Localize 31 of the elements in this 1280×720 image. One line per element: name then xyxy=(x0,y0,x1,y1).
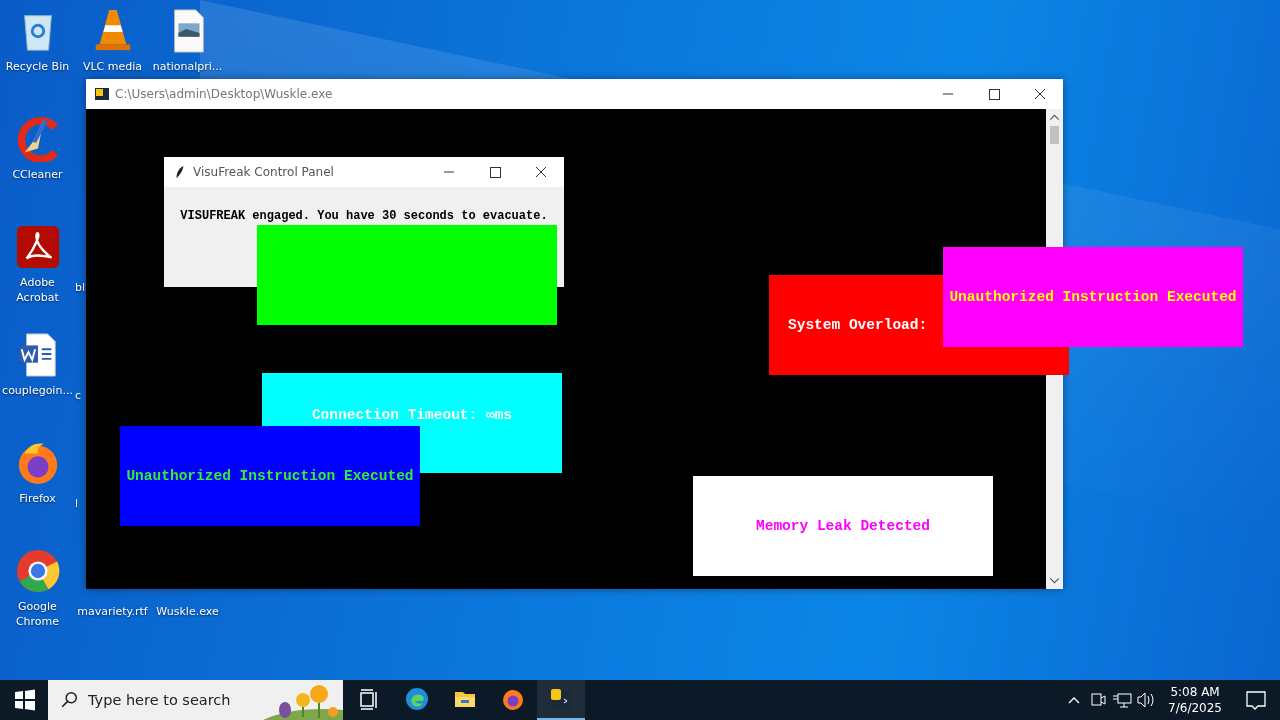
clock-date[interactable]: 7/6/2025 xyxy=(1168,700,1222,716)
desktop-icon-label[interactable]: c xyxy=(75,388,82,403)
desktop-icon-label[interactable]: bl xyxy=(75,280,86,295)
firefox-icon xyxy=(501,687,525,711)
edge-icon xyxy=(405,687,429,711)
popup-message: Unauthorized Instruction Executed xyxy=(949,289,1237,305)
desktop-icon-label[interactable]: Wuskle.exe xyxy=(156,604,219,619)
desktop-icon-label[interactable]: Adobe Acrobat xyxy=(1,275,74,305)
popup-message: Connection Timeout: ∞ms xyxy=(311,407,513,423)
desktop-icon-label[interactable]: VLC media xyxy=(82,59,143,74)
popup-message: System Overload: xyxy=(788,317,928,333)
desktop-icon-label[interactable]: l xyxy=(75,496,79,511)
chrome-icon[interactable] xyxy=(14,548,61,594)
desktop-icon-label[interactable]: mavariety.rtf xyxy=(77,604,148,619)
search-field[interactable]: Type here to search xyxy=(48,680,343,720)
scroll-thumb[interactable] xyxy=(1050,126,1059,144)
window-title: C:\Users\admin\Desktop\Wuskle.exe xyxy=(115,87,334,101)
dialog-message: VISUFREAK engaged. You have 30 seconds to evacuate. xyxy=(180,209,548,223)
app-icon xyxy=(94,86,110,102)
desktop-icon-label[interactable]: Firefox xyxy=(19,491,56,506)
dialog-title: VisuFreak Control Panel xyxy=(193,165,335,179)
taskbar-app-button[interactable] xyxy=(537,680,585,720)
desktop-icon-label[interactable]: nationalpri... xyxy=(152,59,223,74)
desktop-icon-label[interactable]: Google Chrome xyxy=(1,599,74,629)
popup-message: Memory Leak Detected xyxy=(756,518,930,534)
desktop-icon-label[interactable]: Recycle Bin xyxy=(5,59,70,74)
clock-time[interactable]: 5:08 AM xyxy=(1170,684,1220,700)
desktop-icon-label[interactable]: couplegoin... xyxy=(2,383,73,398)
pdf-app-icon[interactable] xyxy=(14,224,61,270)
desktop-icon-label[interactable]: CCleaner xyxy=(12,167,63,182)
popup-message: Unauthorized Instruction Executed xyxy=(126,468,414,484)
